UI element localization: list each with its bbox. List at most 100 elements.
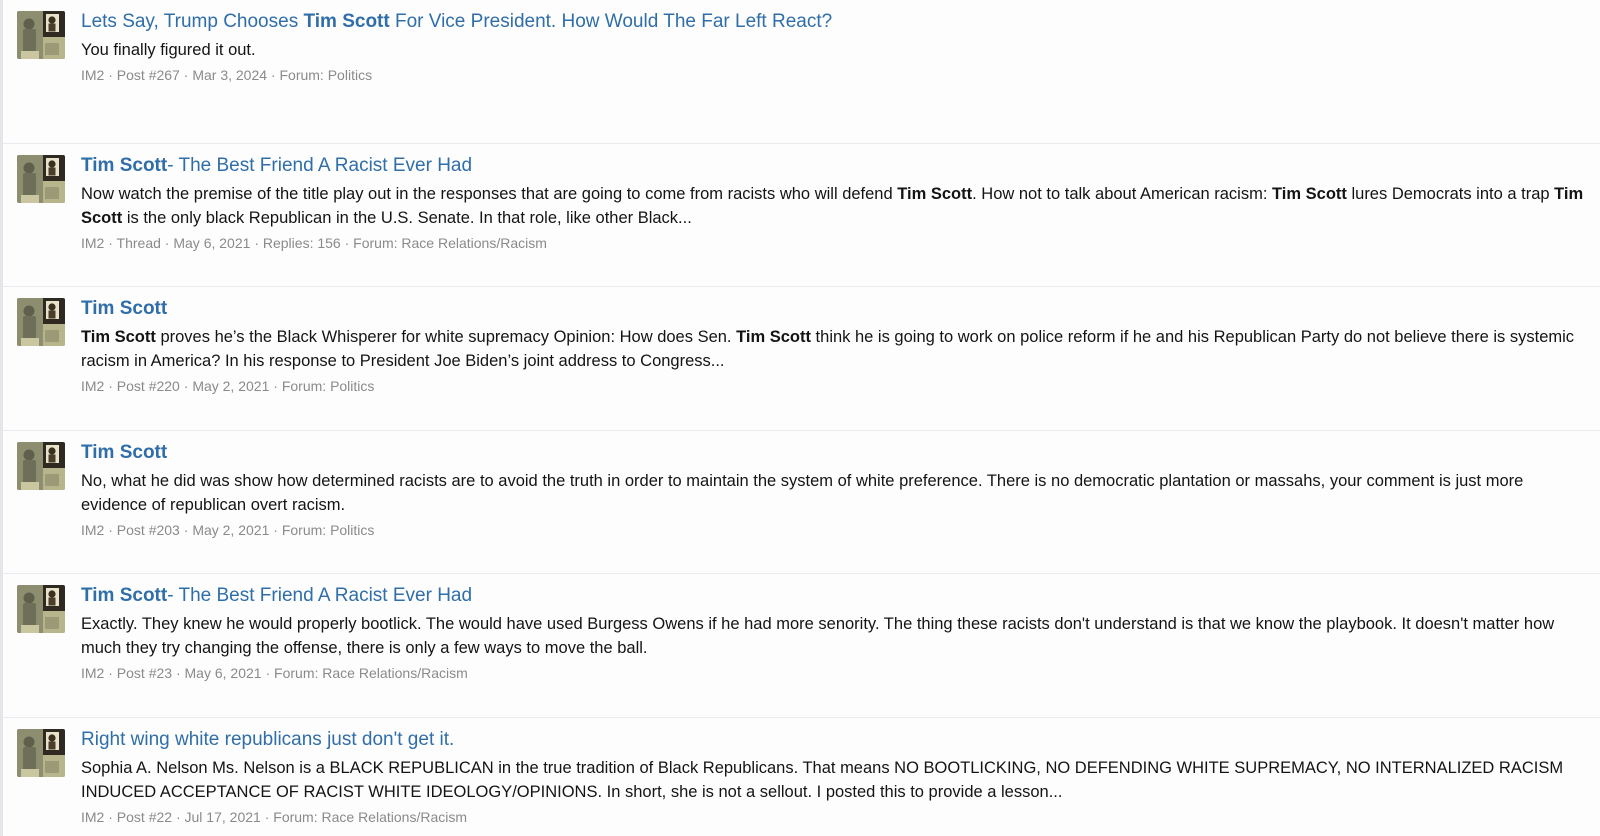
separator-dot: · xyxy=(265,665,271,682)
search-term-highlight: Tim Scott xyxy=(1272,184,1347,203)
author-link[interactable]: IM2 xyxy=(81,522,104,538)
author-link[interactable]: IM2 xyxy=(81,378,104,394)
search-term-highlight: Tim Scott xyxy=(303,11,390,32)
separator-dot: · xyxy=(183,67,189,83)
user-avatar-icon[interactable] xyxy=(17,298,65,347)
title-text: Lets Say, Trump Chooses xyxy=(81,11,304,32)
result-snippet: Tim Scott proves he’s the Black Whispere… xyxy=(81,325,1586,373)
result-meta: IM2 · Post #267 · Mar 3, 2024 · Forum: P… xyxy=(81,65,1586,85)
search-term-highlight: Tim Scott xyxy=(81,328,156,347)
content-type: Post #23 xyxy=(116,665,173,682)
result-content: Tim Scott- The Best Friend A Racist Ever… xyxy=(81,153,1586,253)
search-term-highlight: Tim Scott xyxy=(897,184,973,203)
title-text: - The Best Friend A Racist Ever Had xyxy=(167,585,473,607)
separator-dot: · xyxy=(175,665,181,682)
separator-dot: · xyxy=(108,234,113,251)
search-result-item: Right wing white republicans just don't … xyxy=(3,717,1600,836)
forum-label: Forum: xyxy=(274,665,319,682)
result-title-link[interactable]: Tim Scott xyxy=(81,296,1586,322)
separator-dot: · xyxy=(183,521,189,538)
separator-dot: · xyxy=(183,378,189,395)
snippet-text: Sophia A. Nelson Ms. Nelson is a BLACK R… xyxy=(81,758,1564,801)
separator-dot: · xyxy=(108,521,113,538)
separator-dot: · xyxy=(264,808,270,825)
post-date: May 6, 2021 xyxy=(184,665,262,682)
result-snippet: Exactly. They knew he would properly boo… xyxy=(81,612,1586,660)
author-link[interactable]: IM2 xyxy=(81,67,104,83)
result-meta: IM2 · Post #203 · May 2, 2021 · Forum: P… xyxy=(81,520,1586,540)
user-avatar-icon[interactable] xyxy=(17,585,65,634)
forum-link[interactable]: Race Relations/Racism xyxy=(322,665,468,681)
content-type: Post #267 xyxy=(116,67,180,83)
content-type: Post #220 xyxy=(116,378,180,395)
result-title-link[interactable]: Right wing white republicans just don't … xyxy=(81,727,1586,753)
content-type: Post #22 xyxy=(116,808,173,825)
result-snippet: You finally figured it out. xyxy=(81,38,1586,62)
search-term-highlight: Tim Scott xyxy=(81,585,168,607)
user-avatar-icon[interactable] xyxy=(17,11,65,59)
title-text: For Vice President. How Would The Far Le… xyxy=(389,11,833,32)
separator-dot: · xyxy=(108,378,113,395)
post-date: May 2, 2021 xyxy=(192,521,270,538)
search-results-list: Lets Say, Trump Chooses Tim Scott For Vi… xyxy=(3,0,1600,836)
result-content: Tim Scott Tim Scott proves he’s the Black… xyxy=(81,296,1586,396)
post-date: May 2, 2021 xyxy=(192,378,270,395)
separator-dot: · xyxy=(344,234,350,251)
search-term-highlight: Tim Scott xyxy=(81,154,168,176)
title-text: Right wing white republicans just don't … xyxy=(81,728,455,750)
snippet-text: No, what he did was show how determined … xyxy=(81,471,1524,514)
separator-dot: · xyxy=(108,67,113,83)
search-result-item: Tim Scott Tim Scott proves he’s the Black… xyxy=(3,287,1600,431)
separator-dot: · xyxy=(273,521,278,538)
separator-dot: · xyxy=(164,234,170,251)
result-snippet: Now watch the premise of the title play … xyxy=(81,182,1586,230)
search-result-item: Tim Scott- The Best Friend A Racist Ever… xyxy=(3,574,1600,718)
separator-dot: · xyxy=(108,665,113,682)
snippet-text: proves he’s the Black Whisperer for whit… xyxy=(155,328,737,347)
user-avatar-icon[interactable] xyxy=(17,728,65,777)
forum-label: Forum: xyxy=(353,234,398,251)
author-link[interactable]: IM2 xyxy=(81,809,104,825)
result-title-link[interactable]: Tim Scott- The Best Friend A Racist Ever… xyxy=(81,583,1586,609)
result-content: Lets Say, Trump Chooses Tim Scott For Vi… xyxy=(81,9,1586,85)
separator-dot: · xyxy=(270,67,276,83)
user-avatar-icon[interactable] xyxy=(17,154,65,203)
result-content: Tim Scott- The Best Friend A Racist Ever… xyxy=(81,583,1586,683)
content-type: Post #203 xyxy=(116,521,180,538)
post-date: Mar 3, 2024 xyxy=(192,67,268,83)
snippet-text: . How not to talk about American racism: xyxy=(972,184,1273,203)
result-title-link[interactable]: Tim Scott- The Best Friend A Racist Ever… xyxy=(81,153,1586,179)
result-meta: IM2 · Thread · May 6, 2021 · Replies: 15… xyxy=(81,233,1586,253)
separator-dot: · xyxy=(108,808,113,825)
result-meta: IM2 · Post #23 · May 6, 2021 · Forum: Ra… xyxy=(81,663,1586,683)
forum-link[interactable]: Race Relations/Racism xyxy=(401,235,547,251)
separator-dot: · xyxy=(273,378,278,395)
forum-label: Forum: xyxy=(279,67,324,83)
result-content: Tim Scott No, what he did was show how de… xyxy=(81,440,1586,540)
forum-link[interactable]: Race Relations/Racism xyxy=(322,809,468,825)
snippet-text: lures Democrats into a trap xyxy=(1346,184,1555,203)
result-meta: IM2 · Post #220 · May 2, 2021 · Forum: P… xyxy=(81,376,1586,396)
author-link[interactable]: IM2 xyxy=(81,235,104,251)
snippet-text: You finally figured it out. xyxy=(81,41,256,59)
post-date: Jul 17, 2021 xyxy=(184,808,261,825)
result-title-link[interactable]: Lets Say, Trump Chooses Tim Scott For Vi… xyxy=(81,9,1586,35)
forum-label: Forum: xyxy=(281,378,327,395)
forum-link[interactable]: Politics xyxy=(330,522,374,538)
user-avatar-icon[interactable] xyxy=(17,441,65,490)
forum-link[interactable]: Politics xyxy=(330,378,374,394)
search-term-highlight: Tim Scott xyxy=(81,441,168,463)
snippet-text: Now watch the premise of the title play … xyxy=(81,184,898,203)
search-result-item: Lets Say, Trump Chooses Tim Scott For Vi… xyxy=(3,0,1600,144)
author-link[interactable]: IM2 xyxy=(81,665,104,681)
separator-dot: · xyxy=(175,808,181,825)
search-result-item: Tim Scott No, what he did was show how de… xyxy=(3,430,1600,575)
result-meta: IM2 · Post #22 · Jul 17, 2021 · Forum: R… xyxy=(81,807,1586,827)
content-type: Thread xyxy=(116,234,161,251)
result-title-link[interactable]: Tim Scott xyxy=(81,440,1586,466)
search-term-highlight: Tim Scott xyxy=(736,328,811,347)
result-snippet: No, what he did was show how determined … xyxy=(81,469,1586,517)
separator-dot: · xyxy=(254,234,259,251)
forum-link[interactable]: Politics xyxy=(328,67,372,83)
result-snippet: Sophia A. Nelson Ms. Nelson is a BLACK R… xyxy=(81,756,1586,804)
